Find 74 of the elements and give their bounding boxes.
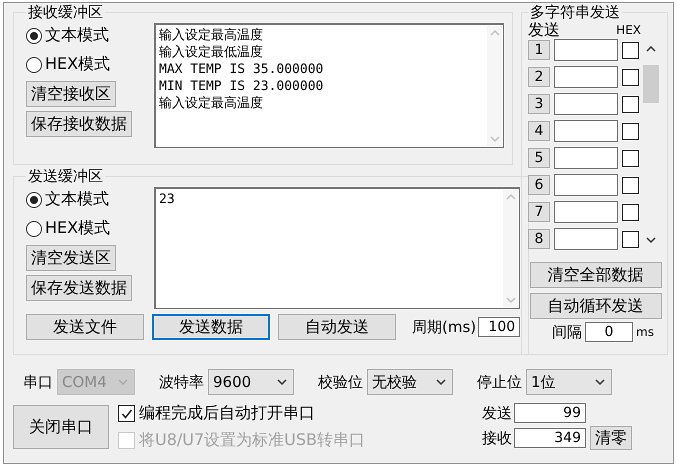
- mode-radio[interactable]: HEX模式: [26, 216, 144, 241]
- send-button[interactable]: 1: [528, 40, 550, 60]
- action-button[interactable]: 保存发送数据: [26, 275, 132, 301]
- send-text: 23: [158, 191, 176, 209]
- setting-label: 停止位: [477, 372, 522, 392]
- hex-checkbox[interactable]: [622, 42, 639, 58]
- counter-field: 99: [514, 403, 586, 423]
- action-button[interactable]: 清空全部数据: [530, 262, 662, 288]
- receive-text-area[interactable]: 输入设定最高温度 输入设定最低温度 MAX TEMP IS 35.000000 MIN TEMP IS 23.000000 输入设定最高温度: [154, 23, 504, 148]
- scroll-up-icon[interactable]: [646, 45, 656, 52]
- action-button[interactable]: 清空接收区: [26, 81, 116, 107]
- action-button[interactable]: 发送数据: [152, 314, 270, 340]
- mode-radio[interactable]: 文本模式: [26, 187, 144, 212]
- mode-radio[interactable]: HEX模式: [26, 52, 144, 77]
- send-button[interactable]: 4: [528, 121, 550, 141]
- hex-checkbox[interactable]: [622, 68, 639, 86]
- action-button[interactable]: 自动循环发送: [530, 293, 662, 319]
- setting-dropdown[interactable]: 无校验: [367, 369, 453, 395]
- send-button[interactable]: 2: [528, 67, 550, 87]
- string-field[interactable]: [554, 228, 618, 250]
- reset-button[interactable]: 清零: [590, 426, 632, 450]
- send-button[interactable]: 3: [528, 94, 550, 114]
- hex-checkbox[interactable]: [622, 122, 639, 140]
- group-title: 接收缓冲区: [27, 3, 104, 21]
- counter-field: 349: [514, 428, 586, 448]
- dropdown-value: 9600: [213, 373, 252, 391]
- hex-checkbox[interactable]: [622, 176, 639, 194]
- counter-label: 发送: [482, 404, 512, 422]
- action-button[interactable]: 清空发送区: [26, 245, 116, 271]
- setting-label: 波特率: [159, 372, 204, 392]
- group-title: 多字符串发送: [529, 3, 621, 21]
- option-label: 将U8/U7设置为标准USB转串口: [139, 430, 366, 451]
- setting-label: 校验位: [318, 372, 363, 392]
- action-button[interactable]: 保存接收数据: [26, 111, 132, 137]
- dropdown-value: 无校验: [372, 372, 417, 392]
- send-button[interactable]: 5: [528, 148, 550, 168]
- send-button[interactable]: 8: [528, 229, 550, 249]
- action-button[interactable]: 发送文件: [26, 314, 144, 340]
- send-button[interactable]: 6: [528, 175, 550, 195]
- mode-radio[interactable]: 文本模式: [26, 23, 144, 48]
- unit-label: ms: [636, 325, 654, 339]
- interval-label: 间隔: [552, 322, 582, 342]
- option-checkbox[interactable]: [118, 405, 135, 422]
- hex-checkbox[interactable]: [622, 204, 639, 220]
- hex-checkbox[interactable]: [622, 230, 639, 248]
- option-label: 编程完成后自动打开串口: [139, 403, 315, 424]
- period-field[interactable]: 100: [478, 317, 520, 337]
- setting-label: 串口: [23, 372, 53, 392]
- string-field[interactable]: [554, 174, 618, 196]
- column-header: HEX: [616, 22, 641, 39]
- string-field[interactable]: [554, 120, 618, 142]
- hex-checkbox[interactable]: [622, 96, 639, 112]
- string-field[interactable]: [554, 201, 618, 223]
- setting-dropdown[interactable]: 9600: [208, 369, 294, 395]
- received-text: 输入设定最高温度 输入设定最低温度 MAX TEMP IS 35.000000 MIN TEMP IS 23.000000 输入设定最高温度: [158, 27, 324, 113]
- interval-field[interactable]: 0: [585, 322, 633, 342]
- dropdown-value: 1位: [531, 372, 556, 392]
- send-text-area[interactable]: 23: [154, 187, 520, 309]
- period-label: 周期(ms): [412, 318, 476, 336]
- string-field[interactable]: [554, 39, 618, 61]
- close-port-button[interactable]: 关闭串口: [13, 405, 109, 449]
- group-title: 发送缓冲区: [27, 167, 104, 185]
- hex-checkbox[interactable]: [622, 150, 639, 166]
- column-header: 发送: [528, 21, 560, 39]
- scroll-down-icon[interactable]: [646, 237, 656, 244]
- send-button[interactable]: 7: [528, 202, 550, 222]
- setting-dropdown[interactable]: 1位: [526, 369, 612, 395]
- dropdown-value: COM4: [62, 373, 107, 391]
- string-field[interactable]: [554, 66, 618, 88]
- string-field[interactable]: [554, 93, 618, 115]
- scrollbar-thumb[interactable]: [643, 65, 659, 103]
- counter-label: 接收: [482, 428, 512, 448]
- action-button[interactable]: 自动发送: [278, 314, 396, 340]
- string-field[interactable]: [554, 147, 618, 169]
